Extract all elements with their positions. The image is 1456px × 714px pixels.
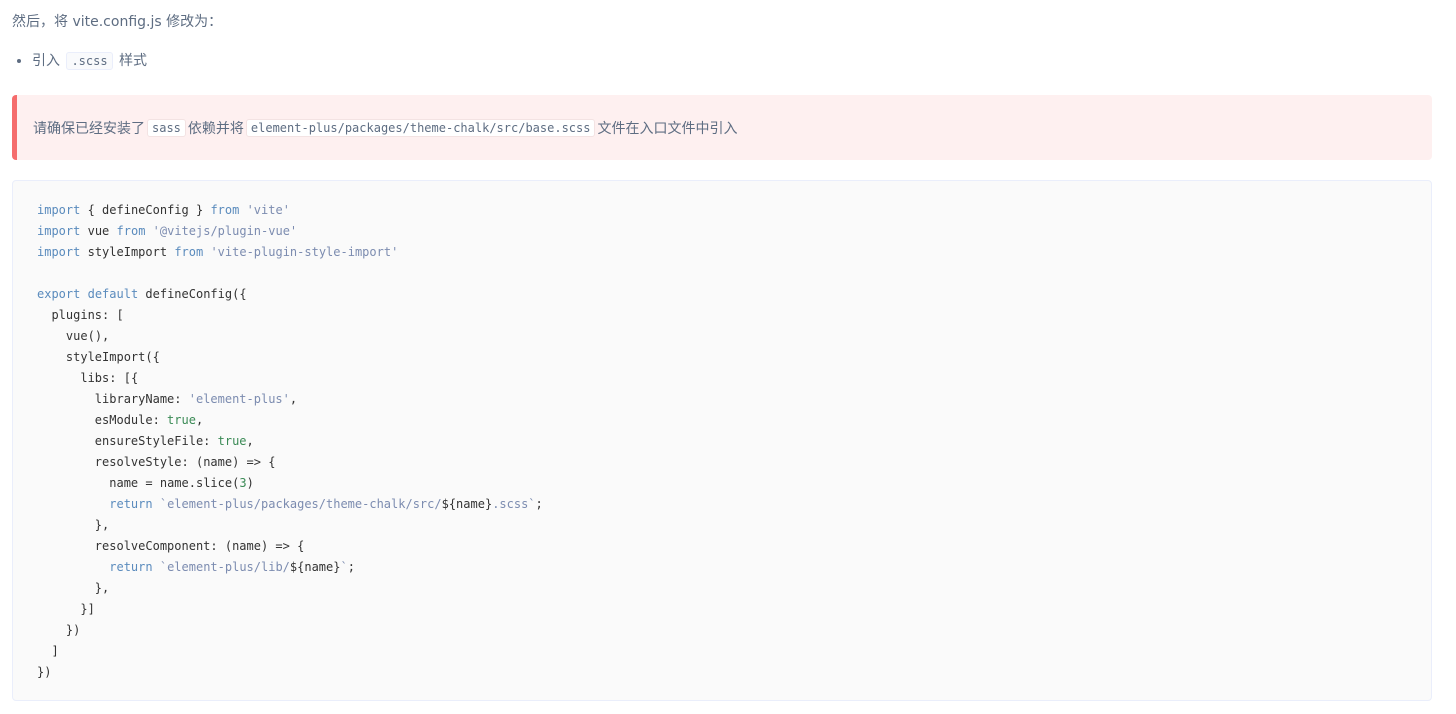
tip-text-1: 请确保已经安装了 bbox=[33, 120, 145, 137]
intro-paragraph: 然后，将 vite.config.js 修改为： bbox=[12, 14, 223, 30]
code-block: import { defineConfig } from 'vite' impo… bbox=[12, 180, 1432, 701]
code-line: return `element-plus/lib/${name}`; bbox=[109, 560, 355, 574]
code-line: import { defineConfig } from 'vite' bbox=[37, 203, 290, 217]
code-line: export default defineConfig({ bbox=[37, 287, 247, 301]
code-content: import { defineConfig } from 'vite' impo… bbox=[37, 200, 1407, 683]
code-line: resolveStyle: (name) => { bbox=[94, 455, 276, 469]
code-line: import styleImport from 'vite-plugin-sty… bbox=[37, 245, 399, 259]
code-line: libraryName: 'element-plus', bbox=[94, 392, 298, 406]
doc-page: 然后，将 vite.config.js 修改为： 引入 .scss 样式 请确保… bbox=[0, 0, 1456, 714]
inline-code-scss: .scss bbox=[66, 52, 113, 70]
list-item: 引入 .scss 样式 bbox=[32, 50, 147, 72]
inline-code-sass: sass bbox=[147, 118, 186, 137]
bullet-list: 引入 .scss 样式 bbox=[12, 50, 147, 72]
code-line: ] bbox=[37, 644, 59, 658]
code-line: vue(), bbox=[65, 329, 110, 343]
code-line: }] bbox=[37, 602, 95, 616]
code-line: }) bbox=[37, 665, 52, 679]
warning-tip: 请确保已经安装了 sass 依赖并将 element-plus/packages… bbox=[12, 95, 1432, 160]
tip-text-2: 依赖并将 bbox=[187, 120, 244, 137]
bullet-text-after: 样式 bbox=[119, 53, 148, 69]
code-line: plugins: [ bbox=[51, 308, 124, 322]
code-line: }, bbox=[37, 518, 110, 532]
code-line: ensureStyleFile: true, bbox=[94, 434, 254, 448]
code-line: }) bbox=[37, 623, 81, 637]
code-line: name = name.slice(3) bbox=[109, 476, 254, 490]
inline-code-base-scss-path: element-plus/packages/theme-chalk/src/ba… bbox=[245, 118, 596, 137]
code-line: libs: [{ bbox=[80, 371, 139, 385]
code-line: resolveComponent: (name) => { bbox=[94, 539, 305, 553]
bullet-text-before: 引入 bbox=[32, 53, 60, 69]
code-line: }, bbox=[37, 581, 110, 595]
code-line: return `element-plus/packages/theme-chal… bbox=[109, 497, 543, 511]
code-line: styleImport({ bbox=[65, 350, 160, 364]
code-line: esModule: true, bbox=[94, 413, 204, 427]
code-line: import vue from '@vitejs/plugin-vue' bbox=[37, 224, 298, 238]
tip-text-3: 文件在入口文件中引入 bbox=[597, 120, 738, 137]
